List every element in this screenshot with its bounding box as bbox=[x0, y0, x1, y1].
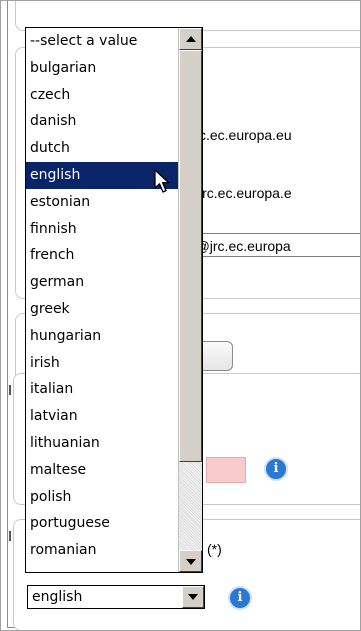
option-lithuanian[interactable]: lithuanian bbox=[26, 430, 178, 457]
option-bulgarian[interactable]: bulgarian bbox=[26, 55, 178, 82]
option-portuguese[interactable]: portuguese bbox=[26, 510, 178, 537]
scrollbar-thumb[interactable] bbox=[179, 50, 202, 462]
option-french[interactable]: french bbox=[26, 242, 178, 269]
option-polish[interactable]: polish bbox=[26, 484, 178, 511]
language-select-value: english bbox=[32, 589, 83, 605]
option-hungarian[interactable]: hungarian bbox=[26, 323, 178, 350]
option-german[interactable]: german bbox=[26, 269, 178, 296]
option-dutch[interactable]: dutch bbox=[26, 135, 178, 162]
chevron-up-icon bbox=[186, 36, 196, 42]
dropdown-scrollbar[interactable] bbox=[178, 28, 202, 572]
info-icon-language[interactable]: i bbox=[228, 586, 252, 610]
option-czech[interactable]: czech bbox=[26, 82, 178, 109]
language-select[interactable]: english bbox=[27, 585, 205, 609]
language-select-dropdown-button[interactable] bbox=[182, 586, 204, 608]
language-dropdown-list[interactable]: --select a value bulgarian czech danish … bbox=[25, 27, 203, 573]
required-input[interactable] bbox=[206, 457, 246, 483]
option-finnish[interactable]: finnish bbox=[26, 216, 178, 243]
scroll-up-button[interactable] bbox=[179, 28, 202, 50]
mouse-pointer-icon bbox=[154, 169, 170, 193]
info-icon[interactable]: i bbox=[264, 457, 288, 481]
required-marker: (*) bbox=[207, 541, 222, 557]
scroll-down-button[interactable] bbox=[179, 550, 202, 572]
option-italian[interactable]: italian bbox=[26, 376, 178, 403]
panel-marker-1 bbox=[9, 385, 11, 395]
option-irish[interactable]: irish bbox=[26, 350, 178, 377]
email-field[interactable]: e3@jrc.ec.europa bbox=[177, 233, 360, 257]
option-romanian[interactable]: romanian bbox=[26, 537, 178, 564]
browser-viewport: @jrc.ec.europa.eu 3@jrc.ec.europa.e e3@j… bbox=[0, 0, 361, 631]
chevron-down-icon bbox=[186, 559, 196, 565]
chevron-down-icon bbox=[188, 594, 198, 600]
option-danish[interactable]: danish bbox=[26, 108, 178, 135]
option-greek[interactable]: greek bbox=[26, 296, 178, 323]
option-latvian[interactable]: latvian bbox=[26, 403, 178, 430]
option-maltese[interactable]: maltese bbox=[26, 457, 178, 484]
panel-marker-2 bbox=[9, 531, 11, 541]
option-select-a-value[interactable]: --select a value bbox=[26, 28, 178, 55]
